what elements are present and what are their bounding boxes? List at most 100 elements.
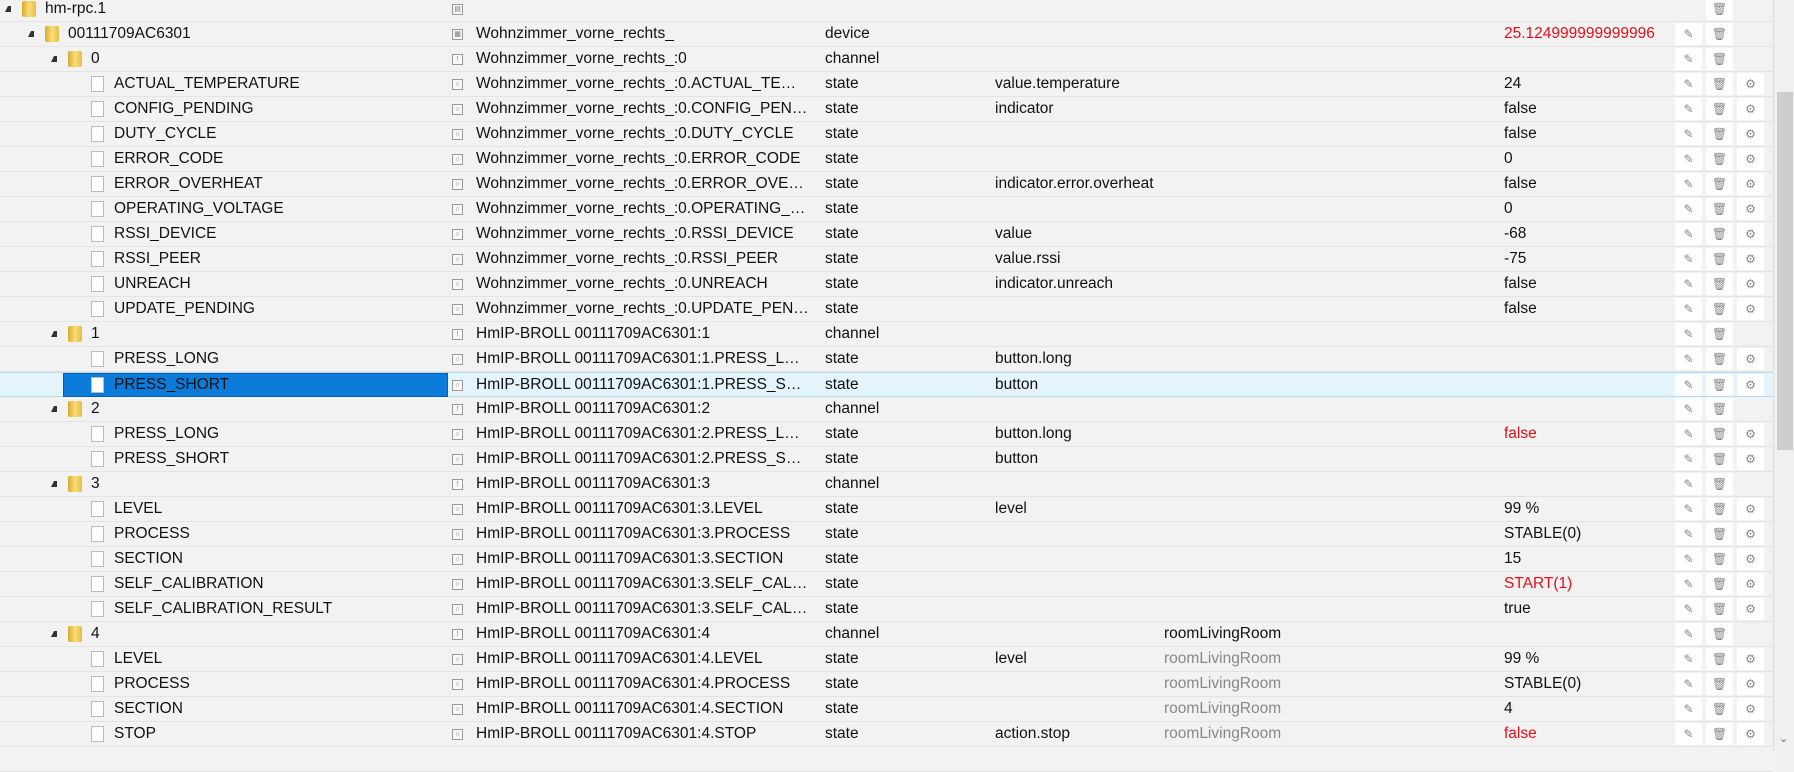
tree-row[interactable]: STOP ○ HmIP-BROLL 00111709AC6301:4.STOP sta…	[0, 722, 1773, 747]
object-id[interactable]: PRESS_LONG	[114, 347, 219, 371]
edit-button[interactable]: ✎	[1675, 673, 1702, 695]
edit-button[interactable]: ✎	[1675, 148, 1702, 170]
delete-button[interactable]: 🗑	[1706, 298, 1733, 320]
delete-button[interactable]: 🗑	[1706, 98, 1733, 120]
object-id[interactable]: 0	[91, 47, 100, 71]
edit-button[interactable]: ✎	[1675, 473, 1702, 495]
delete-button[interactable]: 🗑	[1706, 173, 1733, 195]
delete-button[interactable]: 🗑	[1706, 498, 1733, 520]
expand-arrow-icon[interactable]	[51, 331, 57, 337]
tree-row[interactable]: PRESS_SHORT ○ HmIP-BROLL 00111709AC6301:2.…	[0, 447, 1773, 472]
settings-button[interactable]: ⚙	[1737, 123, 1764, 145]
tree-row[interactable]: CONFIG_PENDING ○ Wohnzimmer_vorne_rechts_:…	[0, 97, 1773, 122]
tree-row[interactable]: OPERATING_VOLTAGE ○ Wohnzimmer_vorne_recht…	[0, 197, 1773, 222]
edit-button[interactable]: ✎	[1675, 523, 1702, 545]
delete-button[interactable]: 🗑	[1706, 448, 1733, 470]
edit-button[interactable]: ✎	[1675, 648, 1702, 670]
delete-button[interactable]: 🗑	[1706, 248, 1733, 270]
delete-button[interactable]: 🗑	[1706, 423, 1733, 445]
delete-button[interactable]: 🗑	[1706, 598, 1733, 620]
tree-row[interactable]: 3! HmIP-BROLL 00111709AC6301:3 channel ✎ 🗑	[0, 472, 1773, 497]
object-id[interactable]: ACTUAL_TEMPERATURE	[114, 72, 300, 96]
expand-arrow-icon[interactable]	[51, 406, 57, 412]
edit-button[interactable]: ✎	[1675, 573, 1702, 595]
delete-button[interactable]: 🗑	[1706, 523, 1733, 545]
edit-button[interactable]: ✎	[1675, 598, 1702, 620]
edit-button[interactable]: ✎	[1675, 173, 1702, 195]
settings-button[interactable]: ⚙	[1737, 98, 1764, 120]
delete-button[interactable]: 🗑	[1706, 573, 1733, 595]
delete-button[interactable]: 🗑	[1706, 723, 1733, 745]
edit-button[interactable]: ✎	[1675, 548, 1702, 570]
edit-button[interactable]: ✎	[1675, 348, 1702, 370]
delete-button[interactable]: 🗑	[1706, 323, 1733, 345]
tree-row[interactable]: SELF_CALIBRATION_RESULT ○ HmIP-BROLL 00111…	[0, 597, 1773, 622]
edit-button[interactable]: ✎	[1675, 198, 1702, 220]
tree-row[interactable]: LEVEL ○ HmIP-BROLL 00111709AC6301:4.LEVEL s…	[0, 647, 1773, 672]
scrollbar-thumb[interactable]	[1777, 92, 1793, 450]
delete-button[interactable]: 🗑	[1706, 198, 1733, 220]
tree-row[interactable]: ERROR_CODE ○ Wohnzimmer_vorne_rechts_:0.ER…	[0, 147, 1773, 172]
object-id[interactable]: PROCESS	[114, 672, 190, 696]
object-id[interactable]: hm-rpc.1	[45, 0, 106, 21]
delete-button[interactable]: 🗑	[1706, 73, 1733, 95]
settings-button[interactable]: ⚙	[1737, 673, 1764, 695]
object-id[interactable]: SELF_CALIBRATION_RESULT	[114, 597, 332, 621]
settings-button[interactable]: ⚙	[1737, 298, 1764, 320]
delete-button[interactable]: 🗑	[1706, 623, 1733, 645]
delete-button[interactable]: 🗑	[1706, 398, 1733, 420]
tree-row[interactable]: PRESS_LONG ○ HmIP-BROLL 00111709AC6301:1.P…	[0, 347, 1773, 372]
object-id[interactable]: PRESS_SHORT	[114, 373, 229, 397]
object-id[interactable]: SELF_CALIBRATION	[114, 572, 264, 596]
edit-button[interactable]: ✎	[1675, 98, 1702, 120]
settings-button[interactable]: ⚙	[1737, 198, 1764, 220]
expand-arrow-icon[interactable]	[28, 31, 34, 37]
settings-button[interactable]: ⚙	[1737, 273, 1764, 295]
object-id[interactable]: 1	[91, 322, 100, 346]
edit-button[interactable]: ✎	[1675, 223, 1702, 245]
delete-button[interactable]: 🗑	[1706, 374, 1733, 396]
object-id[interactable]: LEVEL	[114, 647, 162, 671]
edit-button[interactable]: ✎	[1675, 73, 1702, 95]
expand-arrow-icon[interactable]	[5, 6, 11, 12]
settings-button[interactable]: ⚙	[1737, 523, 1764, 545]
object-id[interactable]: PRESS_LONG	[114, 422, 219, 446]
tree-row[interactable]: 2! HmIP-BROLL 00111709AC6301:2 channel ✎ 🗑	[0, 397, 1773, 422]
object-id[interactable]: DUTY_CYCLE	[114, 122, 217, 146]
vertical-scrollbar[interactable]: ⌄	[1773, 0, 1794, 751]
object-id[interactable]: PRESS_SHORT	[114, 447, 229, 471]
object-id[interactable]: CONFIG_PENDING	[114, 97, 254, 121]
settings-button[interactable]: ⚙	[1737, 374, 1764, 396]
object-id[interactable]: 2	[91, 397, 100, 421]
tree-row[interactable]: UPDATE_PENDING ○ Wohnzimmer_vorne_rechts_:…	[0, 297, 1773, 322]
settings-button[interactable]: ⚙	[1737, 223, 1764, 245]
object-id[interactable]: ERROR_CODE	[114, 147, 223, 171]
edit-button[interactable]: ✎	[1675, 398, 1702, 420]
edit-button[interactable]: ✎	[1675, 123, 1702, 145]
tree-row[interactable]: 4! HmIP-BROLL 00111709AC6301:4 channel room…	[0, 622, 1773, 647]
edit-button[interactable]: ✎	[1675, 698, 1702, 720]
delete-button[interactable]: 🗑	[1706, 698, 1733, 720]
delete-button[interactable]: 🗑	[1706, 348, 1733, 370]
delete-button[interactable]: 🗑	[1706, 223, 1733, 245]
object-id[interactable]: PROCESS	[114, 522, 190, 546]
edit-button[interactable]: ✎	[1675, 298, 1702, 320]
tree-row[interactable]: RSSI_DEVICE ○ Wohnzimmer_vorne_rechts_:0.R…	[0, 222, 1773, 247]
edit-button[interactable]: ✎	[1675, 273, 1702, 295]
delete-button[interactable]: 🗑	[1706, 148, 1733, 170]
settings-button[interactable]: ⚙	[1737, 648, 1764, 670]
edit-button[interactable]: ✎	[1675, 248, 1702, 270]
delete-button[interactable]: 🗑	[1706, 673, 1733, 695]
settings-button[interactable]: ⚙	[1737, 348, 1764, 370]
edit-button[interactable]: ✎	[1675, 448, 1702, 470]
tree-row[interactable]: PROCESS ○ HmIP-BROLL 00111709AC6301:4.PROC…	[0, 672, 1773, 697]
object-id[interactable]: LEVEL	[114, 497, 162, 521]
tree-row[interactable]: UNREACH ○ Wohnzimmer_vorne_rechts_:0.UNREA…	[0, 272, 1773, 297]
settings-button[interactable]: ⚙	[1737, 423, 1764, 445]
edit-button[interactable]: ✎	[1675, 23, 1702, 45]
settings-button[interactable]: ⚙	[1737, 248, 1764, 270]
tree-row[interactable]: PRESS_LONG ○ HmIP-BROLL 00111709AC6301:2.P…	[0, 422, 1773, 447]
tree-row[interactable]: SECTION ○ HmIP-BROLL 00111709AC6301:3.SECT…	[0, 547, 1773, 572]
delete-button[interactable]: 🗑	[1706, 123, 1733, 145]
tree-row[interactable]: ACTUAL_TEMPERATURE ○ Wohnzimmer_vorne_rech…	[0, 72, 1773, 97]
